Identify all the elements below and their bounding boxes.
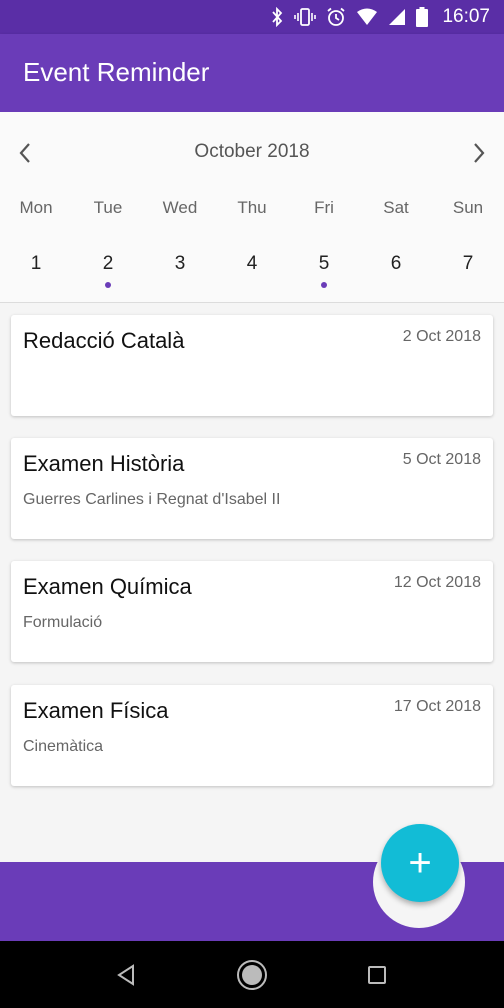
event-title: Examen Història (23, 451, 185, 476)
event-date: 5 Oct 2018 (402, 451, 481, 468)
month-label: October 2018 (194, 141, 310, 162)
weekday-label: Fri (314, 198, 334, 217)
back-button[interactable] (110, 959, 142, 991)
day-number: 3 (174, 253, 186, 274)
signal-icon (388, 8, 406, 26)
app-bar: Event Reminder (0, 34, 504, 112)
back-triangle-icon (117, 964, 134, 986)
day-cell[interactable]: 2 (72, 253, 144, 288)
event-subtitle: Formulació (23, 614, 103, 631)
plus-icon: + (408, 840, 432, 885)
event-title: Redacció Català (23, 328, 185, 353)
home-button[interactable] (236, 959, 268, 991)
vibrate-icon (294, 7, 317, 27)
day-cell[interactable]: 4 (216, 253, 288, 287)
weekday-label: Sat (383, 198, 409, 217)
calendar: October 2018 Mon Tue Wed Thu Fri Sat Sun… (0, 112, 504, 303)
alarm-icon (326, 7, 346, 27)
day-cell[interactable]: 6 (360, 253, 432, 287)
status-icons: 16:07 (270, 0, 504, 34)
weekday-label: Tue (93, 198, 123, 217)
weekday-label: Sun (452, 198, 484, 217)
battery-icon (416, 7, 429, 27)
day-cell[interactable]: 5 (288, 253, 360, 288)
weekday-label: Thu (237, 198, 267, 217)
weekday-row: Mon Tue Wed Thu Fri Sat Sun (0, 198, 504, 218)
event-card[interactable]: Examen Història 5 Oct 2018 Guerres Carli… (11, 438, 493, 539)
event-title: Examen Física (23, 698, 169, 723)
event-card[interactable]: Examen Física 17 Oct 2018 Cinemàtica (11, 685, 493, 786)
day-number: 6 (390, 253, 402, 274)
event-marker-dot (321, 282, 327, 288)
event-date: 17 Oct 2018 (393, 698, 481, 715)
weekday-label: Wed (162, 198, 198, 217)
next-month-button[interactable] (464, 138, 494, 168)
event-title: Examen Química (23, 574, 192, 599)
event-subtitle: Guerres Carlines i Regnat d'Isabel II (23, 491, 281, 508)
day-number: 4 (246, 253, 258, 274)
event-marker-dot (105, 282, 111, 288)
day-cell[interactable]: 1 (0, 253, 72, 287)
event-card[interactable]: Examen Química 12 Oct 2018 Formulació (11, 561, 493, 662)
event-date: 12 Oct 2018 (393, 574, 481, 591)
app-title: Event Reminder (23, 57, 210, 87)
day-number: 2 (102, 253, 114, 274)
bluetooth-icon (270, 7, 284, 27)
day-number: 7 (462, 253, 474, 274)
system-navigation-bar (0, 941, 504, 1008)
home-circle-icon (237, 960, 267, 990)
event-subtitle: Cinemàtica (23, 738, 104, 755)
wifi-icon (356, 8, 378, 26)
event-date: 2 Oct 2018 (402, 328, 481, 345)
weekday-label: Mon (19, 198, 53, 217)
status-bar: 16:07 (0, 0, 504, 34)
add-event-button[interactable]: + (381, 824, 459, 902)
recents-button[interactable] (361, 959, 393, 991)
day-number: 5 (318, 253, 330, 274)
day-cell[interactable]: 7 (432, 253, 504, 287)
day-number: 1 (30, 253, 42, 274)
recents-square-icon (368, 966, 386, 984)
day-cell[interactable]: 3 (144, 253, 216, 287)
chevron-right-icon (474, 143, 485, 163)
status-time: 16:07 (442, 6, 490, 27)
calendar-header: October 2018 (0, 112, 504, 192)
day-row: 1 2 3 4 5 6 7 (0, 253, 504, 288)
event-card[interactable]: Redacció Català 2 Oct 2018 (11, 315, 493, 416)
